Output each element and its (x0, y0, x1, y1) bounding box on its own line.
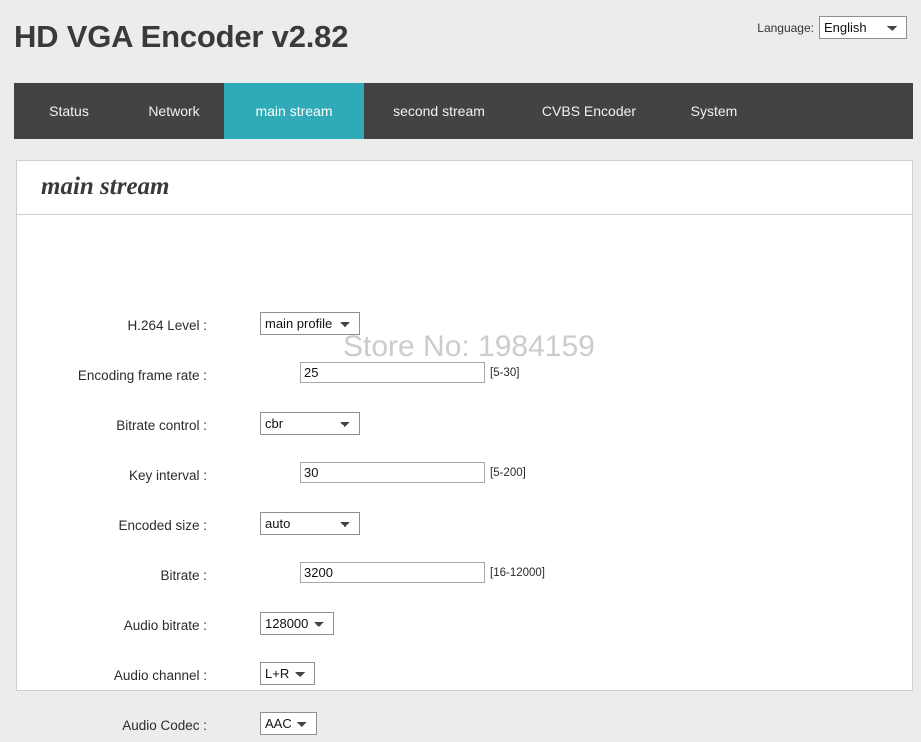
form-row-encoded-size: Encoded size : auto (17, 512, 912, 542)
form-row-h-264-level: H.264 Level : main profile (17, 312, 912, 342)
language-label: Language: (757, 20, 814, 35)
nav-item-label: second stream (393, 103, 485, 119)
form-row-audio-channel: Audio channel : L+R (17, 662, 912, 692)
label-audio-bitrate: Audio bitrate : (123, 618, 207, 633)
nav-item-label: main stream (255, 103, 333, 119)
nav-item-second-stream[interactable]: second stream (364, 83, 514, 139)
form-row-key-interval: Key interval : [5-200] (17, 462, 912, 492)
select-audio-bitrate[interactable]: 128000 (260, 612, 334, 635)
page-header: HD VGA Encoder v2.82 Language: English (0, 0, 921, 83)
nav-item-main-stream[interactable]: main stream (224, 83, 364, 139)
form-row-bitrate: Bitrate : [16-12000] (17, 562, 912, 592)
input-key-interval[interactable] (300, 462, 485, 483)
field-h-264-level: main profile (260, 312, 360, 335)
field-audio-bitrate: 128000 (260, 612, 334, 635)
label-bitrate: Bitrate : (160, 568, 207, 583)
form-row-audio-codec: Audio Codec : AAC (17, 712, 912, 742)
panel-title: main stream (41, 173, 170, 200)
main-navigation: Status Network main stream second stream CVB… (14, 83, 913, 139)
form-row-bitrate-control: Bitrate control : cbr (17, 412, 912, 442)
field-key-interval: [5-200] (300, 462, 526, 483)
label-h-264-level: H.264 Level : (127, 318, 207, 333)
hint-key-interval: [5-200] (490, 466, 526, 479)
content-panel: main stream H.264 Level : main profile Enc… (16, 160, 913, 735)
field-encoded-size: auto (260, 512, 360, 535)
field-bitrate-control: cbr (260, 412, 360, 435)
nav-item-network[interactable]: Network (124, 83, 224, 139)
input-bitrate[interactable] (300, 562, 485, 583)
form-row-encoding-frame-rate: Encoding frame rate : [5-30] (17, 362, 912, 392)
field-audio-codec: AAC (260, 712, 317, 735)
hint-encoding-frame-rate: [5-30] (490, 366, 520, 379)
field-encoding-frame-rate: [5-30] (300, 362, 519, 383)
select-encoded-size[interactable]: auto (260, 512, 360, 535)
select-h-264-level[interactable]: main profile (260, 312, 360, 335)
form-row-audio-bitrate: Audio bitrate : 128000 (17, 612, 912, 642)
label-bitrate-control: Bitrate control : (116, 418, 207, 433)
nav-item-label: CVBS Encoder (541, 103, 637, 119)
hint-bitrate: [16-12000] (490, 566, 545, 579)
main-stream-form: H.264 Level : main profile Encoding frame … (17, 215, 912, 735)
label-encoding-frame-rate: Encoding frame rate : (77, 368, 207, 383)
panel-header: main stream (17, 161, 912, 215)
label-audio-channel: Audio channel : (113, 668, 207, 683)
field-bitrate: [16-12000] (300, 562, 545, 583)
nav-item-label: System (690, 103, 738, 119)
input-encoding-frame-rate[interactable] (300, 362, 485, 383)
language-select[interactable]: English (819, 16, 907, 39)
select-bitrate-control[interactable]: cbr (260, 412, 360, 435)
label-encoded-size: Encoded size : (118, 518, 207, 533)
nav-item-status[interactable]: Status (14, 83, 124, 139)
nav-item-cvbs-encoder[interactable]: CVBS Encoder (514, 83, 664, 139)
language-selector: Language: English (757, 16, 907, 39)
page-title: HD VGA Encoder v2.82 (14, 19, 349, 54)
nav-item-label: Status (49, 103, 89, 119)
select-audio-channel[interactable]: L+R (260, 662, 315, 685)
label-key-interval: Key interval : (128, 468, 207, 483)
nav-item-system[interactable]: System (664, 83, 764, 139)
select-audio-codec[interactable]: AAC (260, 712, 317, 735)
nav-item-label: Network (148, 103, 200, 119)
label-audio-codec: Audio Codec : (122, 718, 207, 733)
field-audio-channel: L+R (260, 662, 315, 685)
